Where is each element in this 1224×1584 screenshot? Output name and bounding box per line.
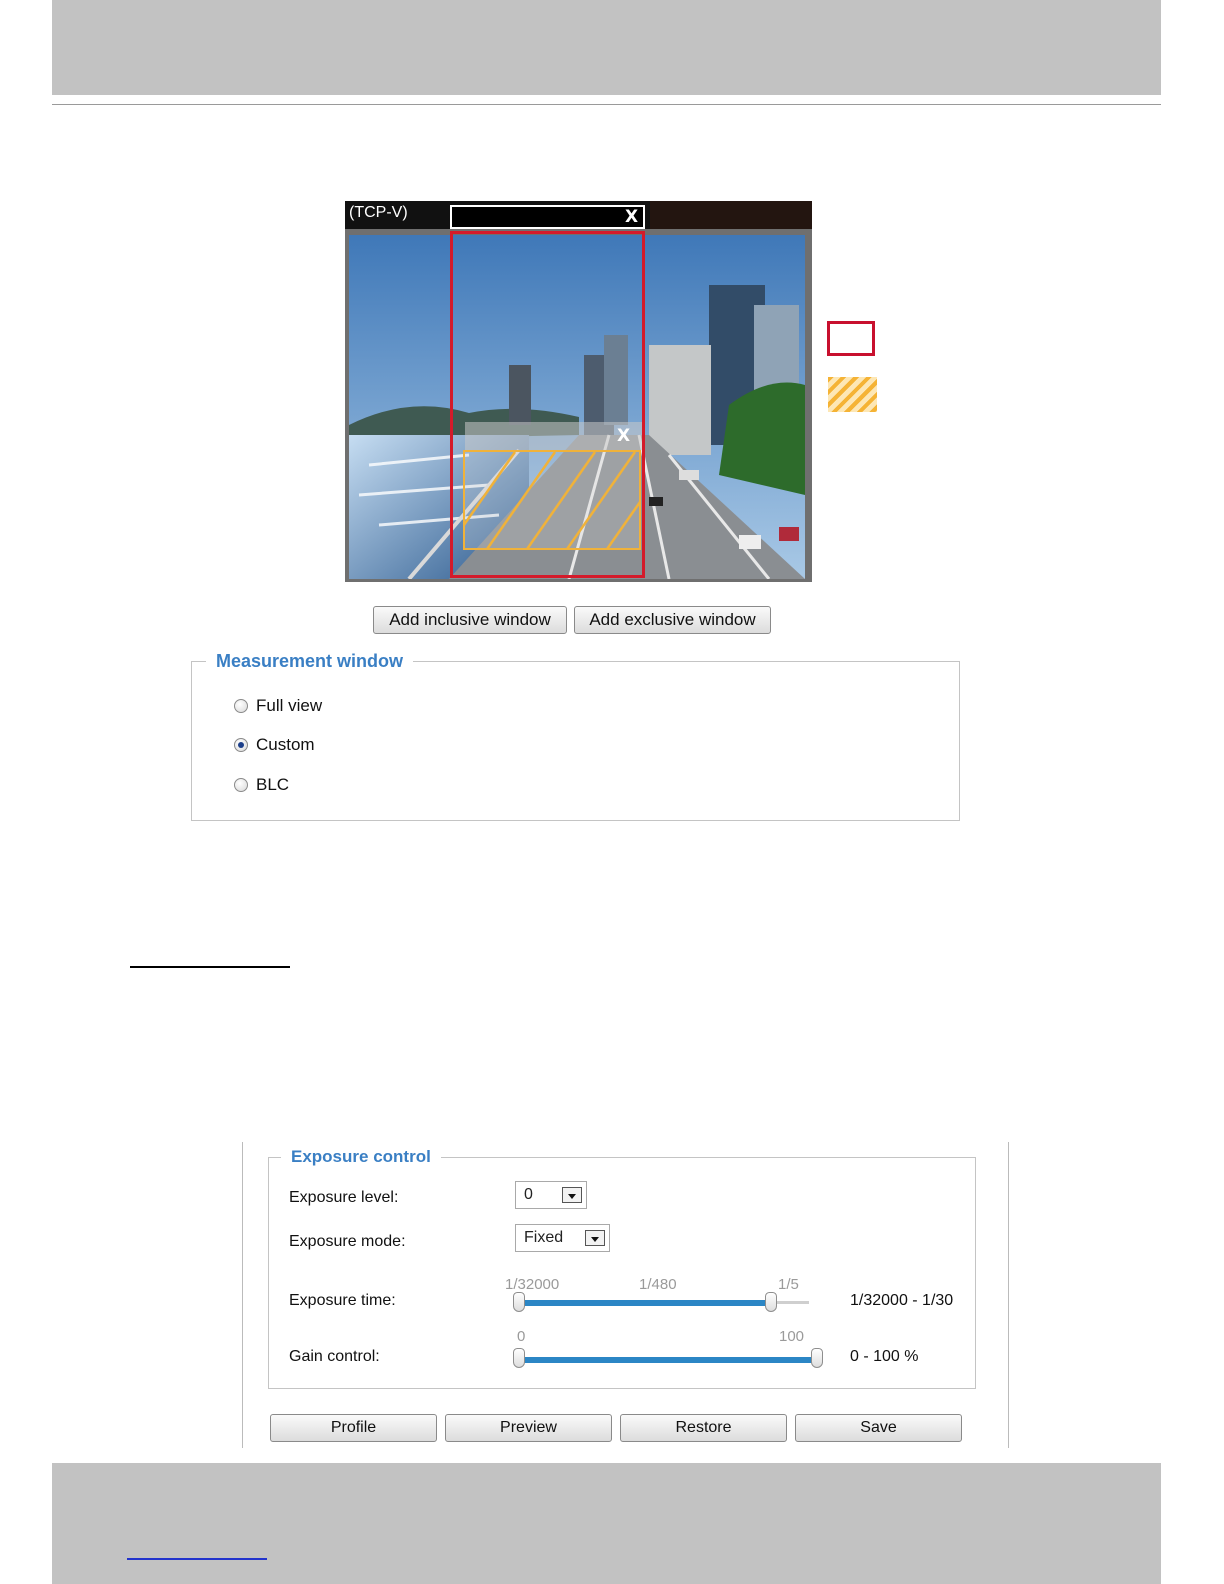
footer-link-underline[interactable] (127, 1558, 267, 1560)
inclusive-window-header[interactable]: X (450, 205, 645, 229)
page-footer-bar (52, 1463, 1161, 1584)
add-exclusive-window-button[interactable]: Add exclusive window (574, 606, 771, 634)
exposure-time-tick-max: 1/5 (778, 1276, 799, 1293)
exposure-time-min-handle[interactable] (513, 1292, 525, 1312)
save-button[interactable]: Save (795, 1414, 962, 1442)
exposure-time-max-handle[interactable] (765, 1292, 777, 1312)
exclusive-window-header[interactable]: X (465, 422, 642, 450)
add-inclusive-window-button[interactable]: Add inclusive window (373, 606, 567, 634)
radio-custom-button[interactable] (234, 738, 248, 752)
exposure-mode-label: Exposure mode: (289, 1233, 406, 1250)
exposure-mode-value: Fixed (524, 1229, 564, 1246)
radio-custom[interactable]: Custom (234, 734, 315, 756)
gain-tick-max: 100 (779, 1328, 805, 1345)
chevron-down-icon[interactable] (585, 1230, 605, 1246)
exclusive-window-close-icon[interactable]: X (617, 428, 630, 445)
exposure-mode-select[interactable]: Fixed (515, 1224, 610, 1252)
exposure-time-label: Exposure time: (289, 1292, 396, 1309)
gain-min-handle[interactable] (513, 1348, 525, 1368)
gain-tick-min: 0 (517, 1328, 526, 1345)
exclusive-hatch-pattern (465, 452, 639, 548)
exposure-time-fill (519, 1300, 771, 1306)
page-header-bar (52, 0, 1161, 95)
gain-control-label: Gain control: (289, 1348, 380, 1365)
exposure-level-select[interactable]: 0 (515, 1181, 587, 1209)
panel-right-border (1008, 1142, 1009, 1448)
panel-left-border (242, 1142, 243, 1448)
inclusive-window-legend-swatch (827, 321, 875, 356)
measurement-window-legend: Measurement window (206, 651, 414, 672)
exclusive-window-legend-swatch (828, 377, 877, 412)
inclusive-window-close-icon[interactable]: X (625, 209, 638, 226)
header-divider (52, 104, 1161, 105)
preview-button[interactable]: Preview (445, 1414, 612, 1442)
video-titlebar-shade (650, 201, 812, 229)
radio-blc-button[interactable] (234, 778, 248, 792)
chevron-down-icon[interactable] (562, 1187, 582, 1203)
exposure-level-label: Exposure level: (289, 1189, 399, 1206)
exclusive-measurement-window[interactable] (463, 450, 641, 550)
profile-button[interactable]: Profile (270, 1414, 437, 1442)
gain-max-handle[interactable] (811, 1348, 823, 1368)
radio-full-view-label: Full view (256, 696, 323, 715)
video-stream-title: (TCP-V) (349, 204, 408, 221)
radio-blc[interactable]: BLC (234, 774, 289, 796)
exposure-time-tick-mid: 1/480 (639, 1276, 677, 1293)
exposure-control-legend: Exposure control (281, 1147, 441, 1167)
exposure-time-tick-min: 1/32000 (505, 1276, 560, 1293)
exposure-time-range-value: 1/32000 - 1/30 (850, 1292, 954, 1309)
gain-control-fill (519, 1357, 817, 1363)
radio-blc-label: BLC (256, 775, 290, 794)
gain-control-range-value: 0 - 100 % (850, 1348, 919, 1365)
radio-custom-label: Custom (256, 735, 315, 754)
radio-full-view[interactable]: Full view (234, 695, 322, 717)
exposure-level-value: 0 (524, 1186, 533, 1203)
section-heading-underline (130, 966, 290, 968)
radio-full-view-button[interactable] (234, 699, 248, 713)
restore-button[interactable]: Restore (620, 1414, 787, 1442)
